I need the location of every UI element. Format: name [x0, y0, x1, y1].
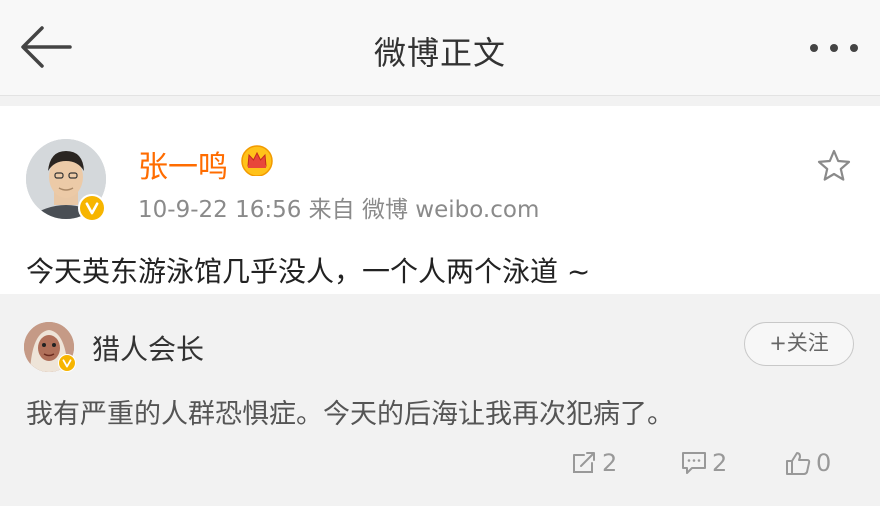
crown-icon [241, 145, 273, 176]
repost-author-name[interactable]: 猎人会长 [92, 328, 204, 368]
like-count: 0 [816, 449, 832, 477]
repost-content: 我有严重的人群恐惧症。今天的后海让我再次犯病了。 [26, 399, 674, 430]
repost-icon [573, 452, 595, 473]
repost-action[interactable]: 2 [570, 446, 617, 480]
verified-v-icon [78, 194, 106, 222]
star-icon[interactable] [816, 148, 852, 184]
like-action[interactable]: 0 [784, 446, 831, 480]
repost-count: 2 [602, 449, 618, 477]
comment-icon [682, 452, 706, 474]
thumbs-up-icon [786, 452, 811, 475]
author-name[interactable]: 张一鸣 [138, 142, 228, 186]
comment-count: 2 [712, 449, 728, 477]
post-meta: 10-9-22 16:56 来自 微博 weibo.com [138, 197, 540, 223]
comment-action[interactable]: 2 [680, 446, 727, 480]
post-content: 今天英东游泳馆几乎没人，一个人两个泳道 ~ [26, 255, 591, 288]
page-title: 微博正文 [373, 34, 506, 72]
follow-button[interactable]: +关注 [744, 322, 854, 366]
more-dots-icon[interactable] [808, 38, 860, 58]
top-bar: 微博正文 [0, 0, 880, 96]
repost-verified-icon [58, 354, 76, 372]
